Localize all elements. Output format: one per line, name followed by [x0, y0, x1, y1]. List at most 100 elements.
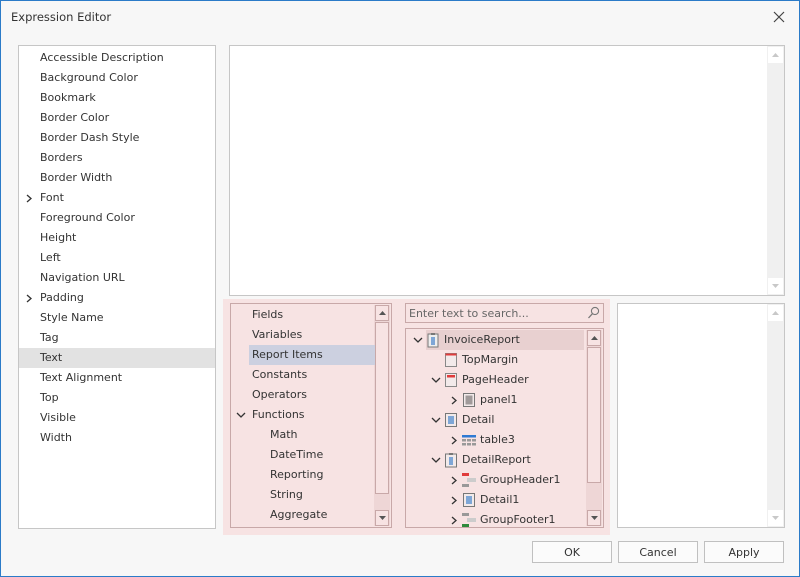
chevron-down-icon[interactable]	[430, 370, 442, 390]
search-input[interactable]	[406, 304, 586, 322]
scroll-down-button[interactable]	[375, 510, 389, 526]
property-item[interactable]: Tag	[19, 328, 215, 348]
chevron-right-icon[interactable]	[448, 510, 460, 527]
tree-item[interactable]: PageHeader	[444, 370, 584, 390]
property-item[interactable]: Text Alignment	[19, 368, 215, 388]
property-item[interactable]: Text	[19, 348, 215, 368]
expression-text-area[interactable]	[229, 45, 785, 296]
category-item[interactable]: Variables	[249, 325, 375, 345]
scroll-up-button[interactable]	[375, 305, 389, 321]
editor-scrollbar[interactable]	[767, 46, 784, 295]
search-icon[interactable]	[587, 306, 600, 320]
category-item[interactable]: Fields	[249, 305, 375, 325]
property-label: Accessible Description	[40, 51, 164, 64]
function-category-item[interactable]: Reporting	[267, 465, 375, 485]
scroll-up-button[interactable]	[768, 47, 783, 63]
category-item[interactable]: Constants	[249, 365, 375, 385]
property-item[interactable]: Foreground Color	[19, 208, 215, 228]
function-category-item[interactable]: DateTime	[267, 445, 375, 465]
chevron-right-icon[interactable]	[448, 470, 460, 490]
tree-item[interactable]: InvoiceReport	[426, 330, 584, 350]
property-item[interactable]: Top	[19, 388, 215, 408]
close-button[interactable]	[769, 7, 789, 27]
property-item[interactable]: Bookmark	[19, 88, 215, 108]
category-label: Operators	[252, 388, 307, 401]
category-label: Aggregate	[270, 508, 328, 521]
category-label: String	[270, 488, 303, 501]
category-scrollbar[interactable]	[374, 305, 390, 526]
arrow-down-icon	[378, 516, 386, 520]
property-item[interactable]: Background Color	[19, 68, 215, 88]
tree-item[interactable]: TopMargin	[444, 350, 584, 370]
tree-item[interactable]: Detail	[444, 410, 584, 430]
property-label: Width	[40, 431, 72, 444]
tree-item-label: GroupHeader1	[480, 473, 561, 486]
scroll-down-button[interactable]	[587, 510, 601, 526]
chevron-right-icon[interactable]	[23, 188, 35, 208]
property-label: Border Color	[40, 111, 110, 124]
apply-button[interactable]: Apply	[704, 541, 784, 563]
tree-scrollbar[interactable]	[586, 330, 602, 526]
property-item[interactable]: Border Dash Style	[19, 128, 215, 148]
function-category-item[interactable]: Math	[267, 425, 375, 445]
chevron-right-icon[interactable]	[448, 390, 460, 410]
close-icon	[773, 11, 785, 23]
category-label: Math	[270, 428, 298, 441]
property-item[interactable]: Border Width	[19, 168, 215, 188]
detail-band-icon	[444, 412, 458, 428]
detail-band-icon	[462, 492, 476, 508]
chevron-right-icon[interactable]	[448, 430, 460, 450]
tree-item[interactable]: GroupFooter1	[462, 510, 584, 527]
scroll-up-button[interactable]	[768, 305, 783, 321]
property-item[interactable]: Border Color	[19, 108, 215, 128]
scroll-thumb[interactable]	[375, 322, 389, 494]
property-item[interactable]: Font	[19, 188, 215, 208]
tree-item[interactable]: DetailReport	[444, 450, 584, 470]
scroll-up-button[interactable]	[587, 330, 601, 346]
property-label: Borders	[40, 151, 83, 164]
property-label: Top	[40, 391, 59, 404]
chevron-down-icon[interactable]	[412, 330, 424, 350]
property-item[interactable]: Width	[19, 428, 215, 448]
property-item[interactable]: Navigation URL	[19, 268, 215, 288]
property-item[interactable]: Borders	[19, 148, 215, 168]
scroll-down-button[interactable]	[768, 510, 783, 526]
function-category-item[interactable]: String	[267, 485, 375, 505]
description-scrollbar[interactable]	[767, 304, 784, 527]
cancel-button[interactable]: Cancel	[618, 541, 698, 563]
category-item[interactable]: Functions	[249, 405, 375, 425]
category-list: Fields Variables Report Items Constants Oper…	[230, 303, 392, 528]
category-label: Fields	[252, 308, 284, 321]
property-label: Font	[40, 191, 64, 204]
property-item[interactable]: Left	[19, 248, 215, 268]
chevron-down-icon[interactable]	[430, 450, 442, 470]
group-footer-icon	[462, 512, 476, 527]
chevron-right-icon[interactable]	[23, 288, 35, 308]
property-item[interactable]: Padding	[19, 288, 215, 308]
category-item[interactable]: Operators	[249, 385, 375, 405]
tree-item[interactable]: panel1	[462, 390, 584, 410]
tree-item-label: panel1	[480, 393, 518, 406]
property-item[interactable]: Accessible Description	[19, 48, 215, 68]
chevron-right-icon[interactable]	[448, 490, 460, 510]
ok-button[interactable]: OK	[532, 541, 612, 563]
tree-item[interactable]: table3	[462, 430, 584, 450]
chevron-down-icon[interactable]	[235, 405, 247, 425]
property-item[interactable]: Height	[19, 228, 215, 248]
property-label: Foreground Color	[40, 211, 135, 224]
chevron-down-icon[interactable]	[430, 410, 442, 430]
category-label: Reporting	[270, 468, 324, 481]
category-item[interactable]: Report Items	[249, 345, 375, 365]
tree-item-label: PageHeader	[462, 373, 529, 386]
group-header-icon	[462, 472, 476, 488]
arrow-down-icon	[772, 516, 779, 520]
property-item[interactable]: Style Name	[19, 308, 215, 328]
function-category-item[interactable]: Aggregate	[267, 505, 375, 525]
property-label: Height	[40, 231, 77, 244]
tree-item[interactable]: Detail1	[462, 490, 584, 510]
expression-editor-dialog: Expression Editor Accessible Description…	[0, 0, 800, 577]
tree-item[interactable]: GroupHeader1	[462, 470, 584, 490]
scroll-down-button[interactable]	[768, 278, 783, 294]
scroll-thumb[interactable]	[587, 347, 601, 483]
property-item[interactable]: Visible	[19, 408, 215, 428]
